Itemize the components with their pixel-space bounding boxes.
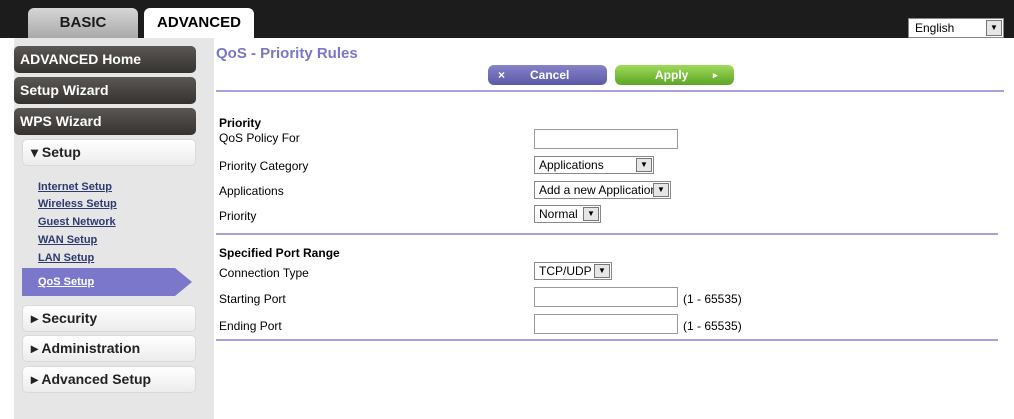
page-title: QoS - Priority Rules <box>216 45 358 62</box>
dropdown-arrow-icon[interactable]: ▼ <box>583 207 599 221</box>
language-value: English <box>915 21 955 35</box>
nav-wps-wizard[interactable]: WPS Wizard <box>14 108 196 135</box>
applications-value: Add a new Application <box>539 183 658 197</box>
connection-type-value: TCP/UDP <box>539 264 592 278</box>
tab-advanced[interactable]: ADVANCED <box>144 8 254 38</box>
sidebar-item-wireless-setup[interactable]: Wireless Setup <box>38 198 117 210</box>
applications-select[interactable]: Add a new Application ▼ <box>534 181 671 199</box>
apply-button[interactable]: Apply ▸ <box>615 65 734 85</box>
sidebar-item-wan-setup[interactable]: WAN Setup <box>38 234 97 246</box>
close-icon: × <box>498 68 506 82</box>
cancel-button[interactable]: × Cancel <box>488 65 607 85</box>
nav-security[interactable]: ▸ Security <box>22 305 196 332</box>
bottom-divider <box>216 339 998 341</box>
connection-type-select[interactable]: TCP/UDP ▼ <box>534 262 612 280</box>
starting-port-label: Starting Port <box>219 292 286 306</box>
section-divider <box>216 233 998 235</box>
arrow-right-icon: ▸ <box>713 70 718 80</box>
language-select[interactable]: English ▼ <box>908 18 1004 38</box>
sidebar-item-guest-network[interactable]: Guest Network <box>38 216 116 228</box>
priority-category-select[interactable]: Applications ▼ <box>534 156 654 174</box>
priority-value: Normal <box>539 207 578 221</box>
qos-policy-label: QoS Policy For <box>219 131 300 145</box>
apply-label: Apply <box>655 68 689 82</box>
nav-advanced-setup[interactable]: ▸ Advanced Setup <box>22 366 196 393</box>
cancel-label: Cancel <box>530 68 570 82</box>
ending-port-input[interactable] <box>534 314 678 334</box>
dropdown-arrow-icon[interactable]: ▼ <box>653 183 669 197</box>
priority-label: Priority <box>219 209 257 223</box>
nav-advanced-home[interactable]: ADVANCED Home <box>14 46 196 73</box>
port-range-heading: Specified Port Range <box>219 246 340 260</box>
priority-category-label: Priority Category <box>219 159 309 173</box>
dropdown-arrow-icon[interactable]: ▼ <box>594 264 610 278</box>
tab-basic[interactable]: BASIC <box>28 8 138 38</box>
starting-port-range: (1 - 65535) <box>683 292 742 306</box>
nav-setup-wizard[interactable]: Setup Wizard <box>14 77 196 104</box>
qos-policy-input[interactable] <box>534 129 678 149</box>
nav-administration[interactable]: ▸ Administration <box>22 335 196 362</box>
applications-label: Applications <box>219 184 284 198</box>
priority-heading: Priority <box>219 116 262 130</box>
dropdown-arrow-icon[interactable]: ▼ <box>636 158 652 172</box>
connection-type-label: Connection Type <box>219 266 309 280</box>
top-bar: BASIC ADVANCED English ▼ <box>0 0 1014 38</box>
priority-select[interactable]: Normal ▼ <box>534 205 601 223</box>
priority-category-value: Applications <box>539 158 604 172</box>
header-divider <box>216 90 1004 92</box>
ending-port-label: Ending Port <box>219 319 282 333</box>
sidebar-item-lan-setup[interactable]: LAN Setup <box>38 252 94 264</box>
dropdown-arrow-icon[interactable]: ▼ <box>986 20 1002 36</box>
nav-setup[interactable]: ▾ Setup <box>22 139 196 166</box>
starting-port-input[interactable] <box>534 287 678 307</box>
ending-port-range: (1 - 65535) <box>683 319 742 333</box>
sidebar-item-internet-setup[interactable]: Internet Setup <box>38 181 112 193</box>
sidebar-item-qos-setup[interactable]: QoS Setup <box>22 268 192 296</box>
